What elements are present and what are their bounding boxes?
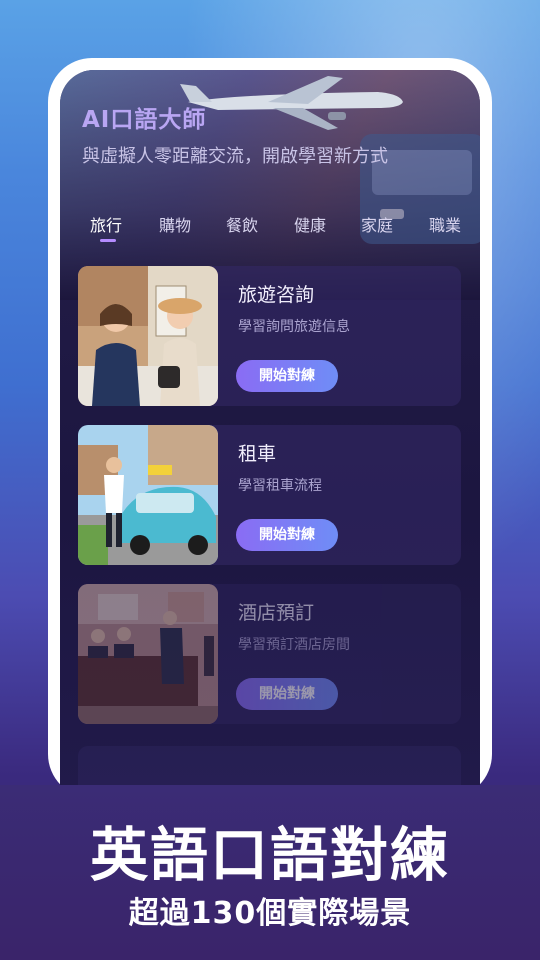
tab-family[interactable]: 家庭 <box>361 212 393 236</box>
scenario-thumbnail-car-rental <box>78 425 218 565</box>
promo-headline: 英語口語對練 <box>89 821 450 889</box>
promo-subheadline: 超過130個實際場景 <box>128 896 412 931</box>
active-tab-indicator <box>100 239 116 242</box>
scenario-card-car-rental[interactable]: 租車 學習租車流程 開始對練 <box>78 425 461 565</box>
scenario-title: 酒店預訂 <box>238 602 315 624</box>
scenario-thumbnail-hotel-booking <box>78 584 218 724</box>
scenario-description: 學習租車流程 <box>238 478 322 494</box>
tab-health[interactable]: 健康 <box>294 212 326 236</box>
start-practice-button[interactable]: 開始對練 <box>236 519 338 551</box>
scenario-card-hotel-booking[interactable]: 酒店預訂 學習預訂酒店房間 開始對練 <box>78 584 461 724</box>
scenario-card-travel-inquiry[interactable]: 旅遊咨詢 學習詢問旅遊信息 開始對練 <box>78 266 461 406</box>
tab-shopping[interactable]: 購物 <box>159 212 191 236</box>
scenario-title: 旅遊咨詢 <box>238 284 315 306</box>
scenario-thumbnail-travel-inquiry <box>78 266 218 406</box>
scenario-title: 租車 <box>238 443 277 465</box>
start-practice-button[interactable]: 開始對練 <box>236 678 338 710</box>
app-screen: AI口語大師 與虛擬人零距離交流，開啟學習新方式 旅行 購物 餐飲 健康 家庭 … <box>60 70 480 792</box>
app-title: AI口語大師 <box>82 107 207 133</box>
tab-travel[interactable]: 旅行 <box>90 212 122 236</box>
start-practice-button[interactable]: 開始對練 <box>236 360 338 392</box>
scenario-description: 學習預訂酒店房間 <box>238 637 350 653</box>
scenario-description: 學習詢問旅遊信息 <box>238 319 350 335</box>
category-tabs: 旅行 購物 餐飲 健康 家庭 職業 <box>60 212 480 252</box>
tab-dining[interactable]: 餐飲 <box>226 212 258 236</box>
tab-career[interactable]: 職業 <box>429 212 461 236</box>
app-subtitle: 與虛擬人零距離交流，開啟學習新方式 <box>82 146 388 167</box>
